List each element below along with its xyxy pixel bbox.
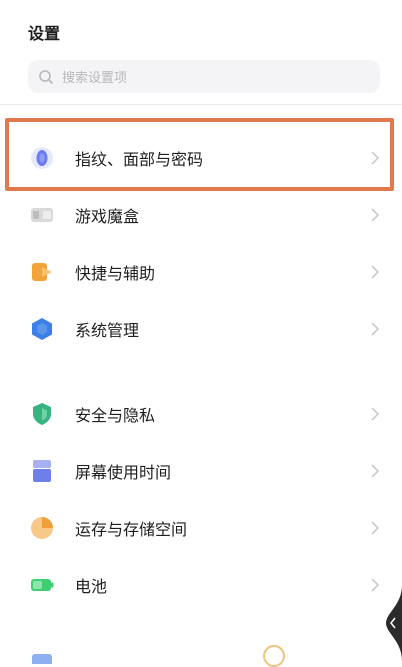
settings-item-shortcuts-accessibility[interactable]: 快捷与辅助 [0, 243, 402, 300]
storage-icon [31, 516, 53, 539]
search-bar[interactable]: 搜索设置项 [28, 60, 380, 93]
chevron-right-icon [371, 321, 380, 336]
settings-item-fingerprint-face-password[interactable]: 指纹、面部与密码 [0, 129, 402, 186]
settings-item-label: 快捷与辅助 [75, 263, 156, 283]
screen-time-icon [33, 459, 51, 482]
settings-item-label: 安全与隐私 [75, 405, 156, 425]
settings-item-label: 运存与存储空间 [75, 519, 188, 539]
settings-item-system-management[interactable]: 系统管理 [0, 300, 402, 357]
floating-ring-indicator [263, 645, 285, 667]
chevron-right-icon [371, 463, 380, 478]
settings-item-battery[interactable]: 电池 [0, 556, 402, 613]
search-icon [39, 69, 53, 84]
settings-item-game-box[interactable]: 游戏魔盒 [0, 186, 402, 243]
divider [0, 104, 402, 105]
shield-icon [33, 402, 51, 425]
chevron-right-icon [371, 150, 380, 165]
game-box-icon [31, 207, 53, 222]
settings-item-label: 指纹、面部与密码 [75, 149, 204, 169]
search-placeholder: 搜索设置项 [62, 71, 128, 86]
page-title: 设置 [28, 24, 61, 43]
settings-item-ram-storage[interactable]: 运存与存储空间 [0, 499, 402, 556]
settings-item-label: 游戏魔盒 [75, 206, 140, 226]
settings-item-label: 电池 [75, 576, 108, 596]
chevron-right-icon [371, 406, 380, 421]
settings-item-screen-time[interactable]: 屏幕使用时间 [0, 442, 402, 499]
system-management-icon [32, 317, 52, 340]
edge-swipe-handle[interactable] [380, 585, 402, 661]
chevron-right-icon [371, 264, 380, 279]
chevron-right-icon [371, 577, 380, 592]
shortcut-icon [32, 262, 52, 281]
settings-item-security-privacy[interactable]: 安全与隐私 [0, 385, 402, 442]
battery-icon [31, 578, 54, 591]
settings-item-label: 屏幕使用时间 [75, 462, 172, 482]
fingerprint-icon [31, 146, 53, 169]
chevron-right-icon [371, 207, 380, 222]
chevron-right-icon [371, 520, 380, 535]
next-item-icon-partial [32, 654, 52, 664]
settings-item-label: 系统管理 [75, 320, 140, 340]
